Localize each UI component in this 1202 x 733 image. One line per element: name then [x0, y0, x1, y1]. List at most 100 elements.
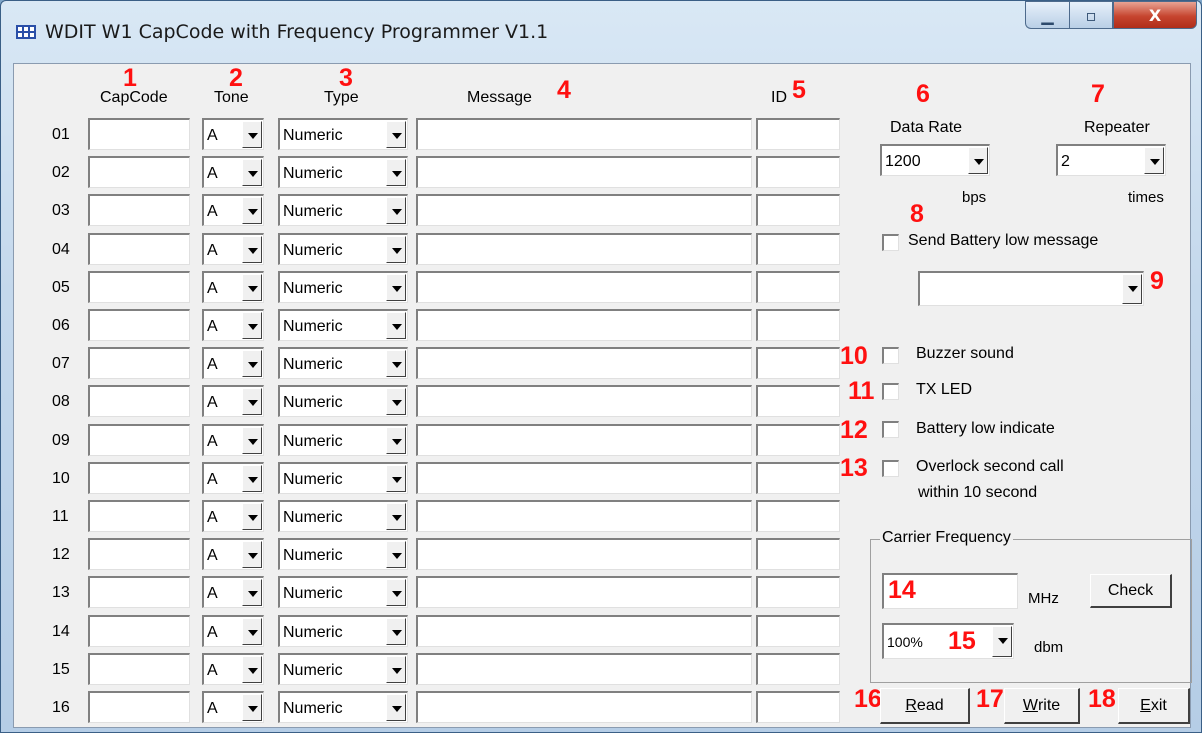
chevron-down-icon[interactable] [386, 350, 406, 377]
tone-select[interactable]: A [202, 271, 264, 303]
repeater-select[interactable]: 2 [1056, 144, 1166, 176]
message-input[interactable] [416, 424, 752, 456]
chevron-down-icon[interactable] [242, 197, 262, 224]
capcode-input[interactable] [88, 271, 190, 303]
message-input[interactable] [416, 385, 752, 417]
maximize-button[interactable]: ▫ [1069, 1, 1113, 29]
chevron-down-icon[interactable] [992, 626, 1012, 657]
capcode-input[interactable] [88, 653, 190, 685]
chevron-down-icon[interactable] [386, 579, 406, 606]
tone-select[interactable]: A [202, 385, 264, 417]
chevron-down-icon[interactable] [386, 197, 406, 224]
chevron-down-icon[interactable] [242, 656, 262, 683]
type-select[interactable]: Numeric [278, 615, 408, 647]
type-select[interactable]: Numeric [278, 462, 408, 494]
capcode-input[interactable] [88, 538, 190, 570]
chevron-down-icon[interactable] [1144, 147, 1164, 174]
chevron-down-icon[interactable] [242, 274, 262, 301]
tone-select[interactable]: A [202, 538, 264, 570]
chevron-down-icon[interactable] [242, 350, 262, 377]
chevron-down-icon[interactable] [386, 159, 406, 186]
tone-select[interactable]: A [202, 424, 264, 456]
type-select[interactable]: Numeric [278, 347, 408, 379]
id-input[interactable] [756, 347, 840, 379]
id-input[interactable] [756, 271, 840, 303]
message-input[interactable] [416, 615, 752, 647]
tone-select[interactable]: A [202, 576, 264, 608]
chevron-down-icon[interactable] [386, 312, 406, 339]
chevron-down-icon[interactable] [386, 274, 406, 301]
tone-select[interactable]: A [202, 347, 264, 379]
chevron-down-icon[interactable] [242, 236, 262, 263]
exit-button[interactable]: Exit [1118, 688, 1190, 724]
tone-select[interactable]: A [202, 615, 264, 647]
chevron-down-icon[interactable] [968, 147, 988, 174]
type-select[interactable]: Numeric [278, 538, 408, 570]
check-button[interactable]: Check [1090, 574, 1172, 608]
type-select[interactable]: Numeric [278, 271, 408, 303]
tone-select[interactable]: A [202, 500, 264, 532]
message-input[interactable] [416, 233, 752, 265]
id-input[interactable] [756, 156, 840, 188]
tone-select[interactable]: A [202, 233, 264, 265]
id-input[interactable] [756, 194, 840, 226]
read-button[interactable]: Read [880, 688, 970, 724]
capcode-input[interactable] [88, 156, 190, 188]
chevron-down-icon[interactable] [242, 388, 262, 415]
chevron-down-icon[interactable] [386, 121, 406, 148]
capcode-input[interactable] [88, 347, 190, 379]
chevron-down-icon[interactable] [242, 465, 262, 492]
tone-select[interactable]: A [202, 691, 264, 723]
capcode-input[interactable] [88, 118, 190, 150]
chevron-down-icon[interactable] [242, 159, 262, 186]
type-select[interactable]: Numeric [278, 653, 408, 685]
id-input[interactable] [756, 118, 840, 150]
message-input[interactable] [416, 576, 752, 608]
chevron-down-icon[interactable] [386, 427, 406, 454]
capcode-input[interactable] [88, 424, 190, 456]
type-select[interactable]: Numeric [278, 385, 408, 417]
capcode-input[interactable] [88, 309, 190, 341]
message-input[interactable] [416, 653, 752, 685]
chevron-down-icon[interactable] [242, 618, 262, 645]
txled-checkbox[interactable] [882, 383, 899, 400]
capcode-input[interactable] [88, 500, 190, 532]
battery-msg-checkbox[interactable] [882, 234, 899, 251]
type-select[interactable]: Numeric [278, 233, 408, 265]
minimize-button[interactable]: ▁ [1025, 1, 1069, 29]
data-rate-select[interactable]: 1200 [880, 144, 990, 176]
id-input[interactable] [756, 462, 840, 494]
message-input[interactable] [416, 118, 752, 150]
tone-select[interactable]: A [202, 156, 264, 188]
chevron-down-icon[interactable] [242, 503, 262, 530]
capcode-input[interactable] [88, 615, 190, 647]
chevron-down-icon[interactable] [242, 121, 262, 148]
type-select[interactable]: Numeric [278, 424, 408, 456]
chevron-down-icon[interactable] [242, 427, 262, 454]
write-button[interactable]: Write [1004, 688, 1080, 724]
id-input[interactable] [756, 500, 840, 532]
message-input[interactable] [416, 347, 752, 379]
message-input[interactable] [416, 271, 752, 303]
tone-select[interactable]: A [202, 309, 264, 341]
chevron-down-icon[interactable] [386, 388, 406, 415]
message-input[interactable] [416, 538, 752, 570]
battery-msg-select[interactable] [918, 271, 1144, 306]
id-input[interactable] [756, 576, 840, 608]
message-input[interactable] [416, 500, 752, 532]
title-bar[interactable]: WDIT W1 CapCode with Frequency Programme… [1, 1, 1201, 63]
chevron-down-icon[interactable] [386, 236, 406, 263]
id-input[interactable] [756, 309, 840, 341]
id-input[interactable] [756, 233, 840, 265]
chevron-down-icon[interactable] [386, 541, 406, 568]
tone-select[interactable]: A [202, 462, 264, 494]
capcode-input[interactable] [88, 576, 190, 608]
message-input[interactable] [416, 309, 752, 341]
chevron-down-icon[interactable] [1122, 274, 1142, 304]
tone-select[interactable]: A [202, 118, 264, 150]
id-input[interactable] [756, 615, 840, 647]
id-input[interactable] [756, 385, 840, 417]
chevron-down-icon[interactable] [242, 694, 262, 721]
type-select[interactable]: Numeric [278, 118, 408, 150]
id-input[interactable] [756, 538, 840, 570]
